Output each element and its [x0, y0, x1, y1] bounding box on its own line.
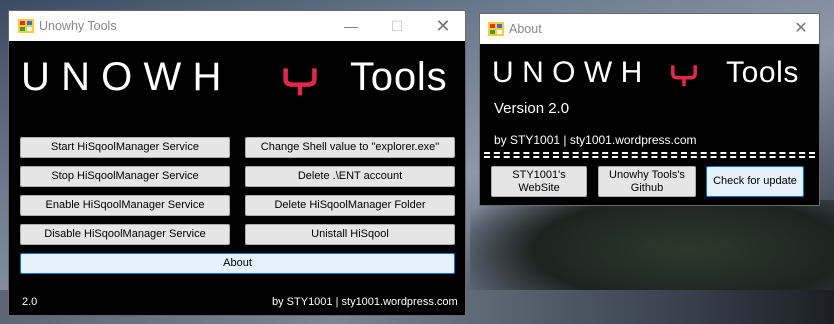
- close-icon[interactable]: ✕: [421, 11, 465, 41]
- about-window-title: About: [509, 22, 542, 36]
- delete-folder-button[interactable]: Delete HiSqoolManager Folder: [245, 195, 455, 216]
- change-shell-button[interactable]: Change Shell value to "explorer.exe": [245, 137, 455, 158]
- maximize-icon[interactable]: ☐: [375, 11, 419, 41]
- enable-service-button[interactable]: Enable HiSqoolManager Service: [20, 195, 230, 216]
- minimize-icon[interactable]: —: [329, 11, 373, 41]
- about-window: About ✕ UNOWH Tools Version 2.0 by STY10…: [479, 13, 820, 206]
- unowhy-y-logo-icon: [283, 68, 317, 96]
- close-icon[interactable]: ✕: [782, 14, 820, 44]
- about-button[interactable]: About: [20, 253, 455, 274]
- about-version-label: Version 2.0: [494, 100, 570, 117]
- main-titlebar[interactable]: Unowhy Tools — ☐ ✕: [9, 11, 465, 41]
- credit-label: by STY1001 | sty1001.wordpress.com: [272, 296, 458, 308]
- about-titlebar[interactable]: About ✕: [480, 14, 819, 44]
- main-window: Unowhy Tools — ☐ ✕ UNOWH Tools Start HiS…: [8, 10, 466, 316]
- start-service-button[interactable]: Start HiSqoolManager Service: [20, 137, 230, 158]
- check-update-button[interactable]: Check for update: [706, 166, 804, 197]
- app-icon: [488, 22, 504, 36]
- separator: [484, 156, 815, 158]
- website-button[interactable]: STY1001's WebSite: [491, 166, 587, 197]
- disable-service-button[interactable]: Disable HiSqoolManager Service: [20, 224, 230, 245]
- version-label: 2.0: [22, 296, 38, 308]
- about-credit-label: by STY1001 | sty1001.wordpress.com: [494, 133, 697, 147]
- unowhy-y-logo-icon: [671, 65, 697, 87]
- github-button[interactable]: Unowhy Tools's Github: [598, 166, 696, 197]
- separator: [484, 152, 815, 154]
- window-title: Unowhy Tools: [39, 19, 117, 33]
- delete-ent-account-button[interactable]: Delete .\ENT account: [245, 166, 455, 187]
- app-icon: [18, 19, 34, 33]
- stop-service-button[interactable]: Stop HiSqoolManager Service: [20, 166, 230, 187]
- uninstall-button[interactable]: Unistall HiSqool: [245, 224, 455, 245]
